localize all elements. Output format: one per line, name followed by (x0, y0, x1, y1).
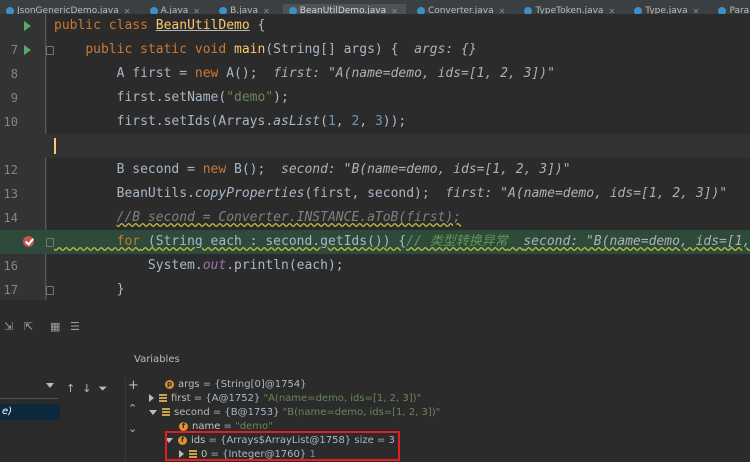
code-line-8[interactable]: 8 public static void main(String[] args)… (0, 38, 750, 81)
brace: } (116, 282, 125, 297)
code-line-18[interactable]: 18 } (0, 278, 750, 300)
variable-name: second (174, 407, 210, 418)
arrow-up-icon[interactable]: ↑ (66, 382, 75, 395)
fold-icon[interactable] (46, 46, 54, 55)
debug-toolbar: ⇲ ⇱ ▦ ☰ (0, 318, 750, 338)
code-line-15[interactable]: 15 //B second = Converter.INSTANCE.aToB(… (0, 206, 750, 249)
brace: { (249, 18, 266, 33)
method-signature: (String[] args) { (265, 42, 399, 57)
variables-title: Variables (134, 354, 180, 365)
editor-tab-bar: JsonGenericDemo.java ✕ A.java ✕ B.java ✕ Be… (0, 0, 750, 15)
run-gutter-icon[interactable] (24, 45, 31, 55)
selected-frame[interactable]: e) (0, 404, 60, 420)
thread-selector[interactable] (0, 378, 58, 399)
method-name: main (234, 42, 266, 57)
parameter-icon: p (165, 379, 174, 389)
code-line-10[interactable]: 10 first.setName("demo"); (0, 86, 750, 129)
keyword: new (194, 66, 219, 81)
local-variable-icon (162, 408, 170, 416)
code-text: ); (273, 90, 289, 105)
code-text: BeanUtils. (116, 186, 195, 201)
field-icon: f (179, 421, 188, 431)
chevron-down-icon (46, 383, 54, 388)
code-line-7[interactable]: 7 public class BeanUtilDemo { (0, 14, 750, 57)
code-line-11[interactable]: 11 first.setIds(Arrays.asList(1, 2, 3)); (0, 110, 750, 153)
code-line-12[interactable]: 12 (0, 134, 750, 177)
keyword: class (108, 18, 148, 33)
variable-value: = {B@1753} (209, 407, 283, 418)
filter-icon[interactable]: ⏷ (98, 382, 107, 395)
chevron-up-icon[interactable]: ⌃ (128, 402, 137, 415)
arrow-down-icon[interactable]: ↓ (82, 382, 91, 395)
code-text: (first, second); (304, 186, 430, 201)
chevron-down-icon[interactable]: ⌄ (128, 422, 137, 435)
collapse-icon[interactable] (149, 409, 157, 415)
evaluate-icon[interactable]: ▦ (50, 320, 60, 333)
breakpoint-icon[interactable] (23, 236, 34, 247)
variable-value: = {A@1752} (190, 393, 264, 404)
inline-hint: args: {} (414, 42, 477, 57)
code-line-13[interactable]: 13 B second = new B(); second: "B(name=d… (0, 158, 750, 201)
inline-hint: second: "B(name=demo, ids=[1, 2, 3])" (281, 162, 571, 177)
fold-icon[interactable] (46, 286, 54, 295)
code-text: .println(each); (226, 258, 344, 273)
code-text: ( (320, 114, 328, 129)
plus-icon[interactable]: + (128, 378, 139, 393)
number-literal: 3 (374, 114, 383, 129)
comment: //B second = Converter.INSTANCE.aToB(fir… (116, 210, 461, 225)
keyword: new (202, 162, 227, 177)
method-name: asList (273, 114, 321, 129)
local-variable-icon (159, 394, 167, 402)
variable-value: = {String[0]@1754} (199, 379, 307, 390)
code-text: B second = (116, 162, 203, 177)
code-line-9[interactable]: 9 A first = new A(); first: "A(name=demo… (0, 62, 750, 105)
code-text: B(); (226, 162, 266, 177)
comment: // 类型转换异常 (406, 234, 508, 249)
code-text: A first = (116, 66, 195, 81)
inline-hint: second: "B(name=demo, ids=[1, 2, (523, 234, 750, 249)
text-caret (54, 138, 56, 154)
static-field: out (202, 258, 227, 273)
settings-icon[interactable]: ☰ (70, 320, 80, 333)
code-text: , (359, 114, 375, 129)
variable-name: first (171, 393, 191, 404)
code-line-17[interactable]: 17 System.out.println(each); (0, 254, 750, 297)
frame-tools: ↑ ↓ ⏷ (66, 382, 107, 396)
expand-icon[interactable] (149, 394, 154, 402)
run-to-cursor-icon[interactable]: ⇱ (24, 320, 33, 333)
inline-hint: first: "A(name=demo, ids=[1, 2, 3])" (445, 186, 728, 201)
run-gutter-icon[interactable] (24, 21, 31, 31)
code-text: (String each : second.getIds()) { (140, 234, 407, 249)
fold-icon[interactable] (46, 238, 54, 247)
method-name: copyProperties (194, 186, 305, 201)
code-text: , (335, 114, 352, 129)
string-literal: "demo" (226, 90, 274, 105)
code-text: first.setName( (116, 90, 227, 105)
variable-string: "B(name=demo, ids=[1, 2, 3])" (282, 407, 441, 418)
variables-header: Variables (0, 348, 750, 374)
code-line-16[interactable]: 16 for (String each : second.getIds()) {… (0, 230, 750, 273)
frames-panel: ↑ ↓ ⏷ e) (0, 378, 126, 461)
code-text: )); (382, 114, 407, 129)
code-editor[interactable]: 7 public class BeanUtilDemo { 8 public s… (0, 14, 750, 300)
code-line-14[interactable]: 14 BeanUtils.copyProperties(first, secon… (0, 182, 750, 225)
code-text: A(); (218, 66, 258, 81)
step-into-icon[interactable]: ⇲ (4, 320, 13, 333)
keyword: public (54, 18, 101, 33)
variable-row-first[interactable]: first = {A@1752} "A(name=demo, ids=[1, 2… (149, 392, 421, 406)
variables-side-toolbar: + ⌃ ⌄ (125, 378, 143, 461)
code-text: first.setIds(Arrays. (116, 114, 274, 129)
keyword: public static void (85, 42, 227, 57)
inline-hint: first: "A(name=demo, ids=[1, 2, 3])" (273, 66, 555, 81)
variable-name: args (178, 379, 200, 390)
code-text: System. (147, 258, 203, 273)
number-literal: 1 (327, 114, 336, 129)
variable-row-second[interactable]: second = {B@1753} "B(name=demo, ids=[1, … (149, 406, 440, 420)
keyword: for (116, 234, 141, 249)
variable-string: "A(name=demo, ids=[1, 2, 3])" (263, 393, 422, 404)
variable-row-args[interactable]: p args = {String[0]@1754} (165, 378, 307, 392)
highlight-annotation-box (165, 431, 400, 461)
class-name: BeanUtilDemo (155, 18, 250, 33)
